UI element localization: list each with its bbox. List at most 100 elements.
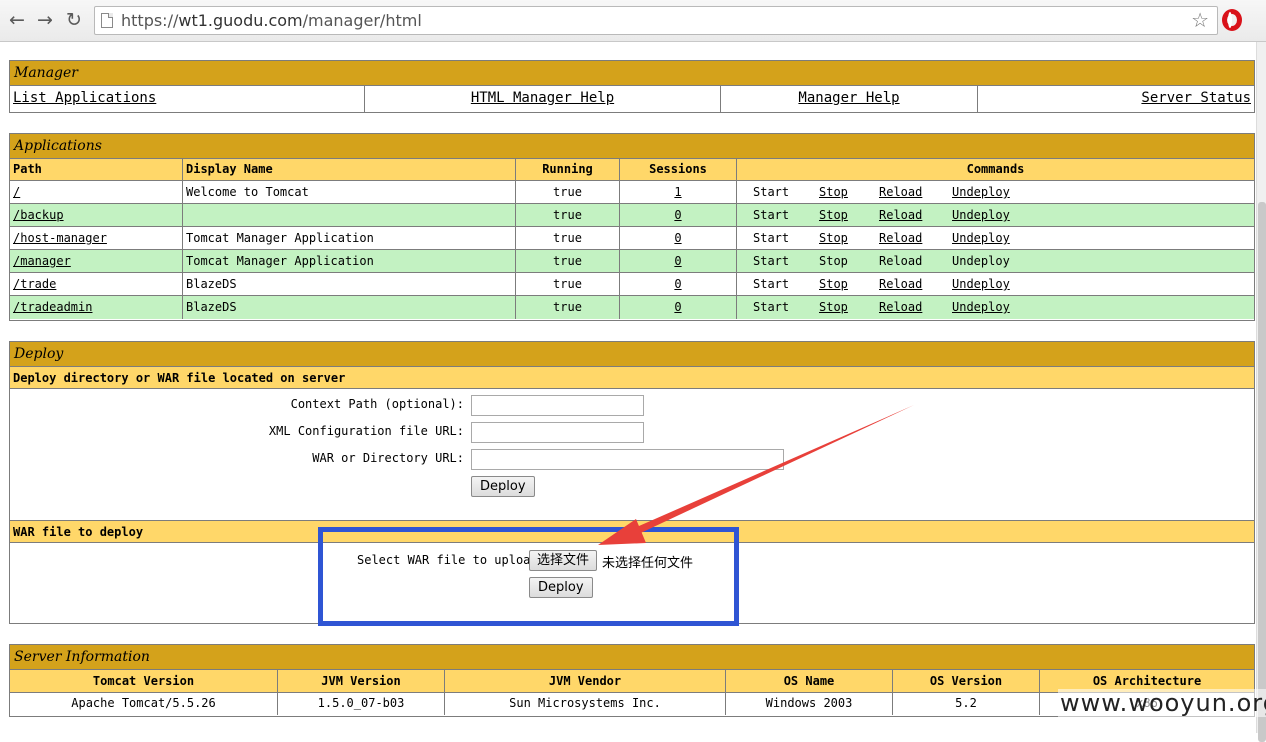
undeploy-command[interactable]: Undeploy: [952, 300, 1010, 314]
app-display-name: Tomcat Manager Application: [183, 227, 516, 249]
app-path-link[interactable]: /backup: [13, 208, 64, 222]
reload-icon[interactable]: ↻: [62, 7, 86, 33]
undeploy-command[interactable]: Undeploy: [952, 185, 1010, 199]
forward-arrow-icon[interactable]: →: [33, 7, 57, 33]
stop-command[interactable]: Stop: [819, 208, 848, 222]
war-upload-form: Select WAR file to upload 选择文件 未选择任何文件 D…: [10, 543, 1254, 621]
context-path-input[interactable]: [471, 395, 644, 416]
app-path-cell: /backup: [10, 204, 183, 226]
app-path-link[interactable]: /manager: [13, 254, 71, 268]
app-sessions-cell: 0: [620, 227, 737, 249]
start-command: Start: [753, 300, 790, 314]
manager-section: Manager List Applications HTML Manager H…: [9, 60, 1255, 113]
app-sessions-link[interactable]: 1: [674, 185, 681, 199]
deploy-upload-button[interactable]: Deploy: [529, 577, 593, 598]
app-running: true: [516, 273, 620, 295]
app-sessions-link[interactable]: 0: [674, 277, 681, 291]
reload-command[interactable]: Reload: [879, 300, 922, 314]
scrollbar-thumb[interactable]: [1258, 202, 1266, 742]
stop-command[interactable]: Stop: [819, 231, 848, 245]
app-path-cell: /host-manager: [10, 227, 183, 249]
table-row: /tradeadmin BlazeDS true 0 Start Stop Relo…: [10, 296, 1254, 319]
header-sessions: Sessions: [620, 159, 737, 180]
start-command: Start: [753, 208, 790, 222]
war-file-subtitle: WAR file to deploy: [10, 521, 1254, 543]
undeploy-command[interactable]: Undeploy: [952, 231, 1010, 245]
table-row: /backup true 0 Start Stop Reload Undeploy: [10, 204, 1254, 227]
undeploy-command[interactable]: Undeploy: [952, 208, 1010, 222]
server-status-link[interactable]: Server Status: [1141, 90, 1251, 106]
table-row: / Welcome to Tomcat true 1 Start Stop Relo…: [10, 181, 1254, 204]
table-row: /manager Tomcat Manager Application true…: [10, 250, 1254, 273]
app-path-link[interactable]: /: [13, 185, 20, 199]
applications-section: Applications Path Display Name Running S…: [9, 133, 1255, 321]
app-running: true: [516, 227, 620, 249]
app-commands: Start Stop Reload Undeploy: [737, 273, 1254, 295]
applications-header-row: Path Display Name Running Sessions Comma…: [10, 159, 1254, 181]
app-sessions-cell: 0: [620, 250, 737, 272]
app-sessions-link[interactable]: 0: [674, 254, 681, 268]
app-commands: Start Stop Reload Undeploy: [737, 204, 1254, 226]
app-sessions-cell: 0: [620, 273, 737, 295]
reload-command[interactable]: Reload: [879, 185, 922, 199]
manager-help-link[interactable]: Manager Help: [798, 90, 899, 106]
app-path-cell: /tradeadmin: [10, 296, 183, 319]
app-display-name: [183, 204, 516, 226]
reload-command[interactable]: Reload: [879, 208, 922, 222]
app-sessions-link[interactable]: 0: [674, 208, 681, 222]
address-bar[interactable]: https://wt1.guodu.com/manager/html ☆: [94, 6, 1218, 35]
war-dir-input[interactable]: [471, 449, 784, 470]
app-path-link[interactable]: /trade: [13, 277, 56, 291]
reload-command: Reload: [879, 254, 923, 268]
app-path-cell: /manager: [10, 250, 183, 272]
bookmark-star-icon[interactable]: ☆: [1191, 7, 1209, 34]
table-row: /trade BlazeDS true 0 Start Stop Reload Und…: [10, 273, 1254, 296]
app-sessions-link[interactable]: 0: [674, 300, 681, 314]
opera-extension-icon[interactable]: [1222, 9, 1242, 31]
header-running: Running: [516, 159, 620, 180]
jvm-version-value: 1.5.0_07-b03: [278, 693, 445, 715]
app-sessions-link[interactable]: 0: [674, 231, 681, 245]
app-running: true: [516, 204, 620, 226]
app-display-name: Tomcat Manager Application: [183, 250, 516, 272]
deploy-server-subtitle: Deploy directory or WAR file located on …: [10, 367, 1254, 389]
manager-links-row: List Applications HTML Manager Help Mana…: [10, 86, 1254, 112]
watermark-text: www.wooyun.org: [1058, 689, 1266, 717]
html-manager-help-link[interactable]: HTML Manager Help: [471, 90, 614, 106]
app-path-link[interactable]: /host-manager: [13, 231, 107, 245]
applications-title: Applications: [10, 134, 1254, 159]
list-applications-link[interactable]: List Applications: [13, 90, 156, 106]
app-path-link[interactable]: /tradeadmin: [13, 300, 92, 314]
deploy-server-form: Context Path (optional): XML Configurati…: [10, 389, 1254, 521]
deploy-server-button[interactable]: Deploy: [471, 476, 535, 497]
stop-command[interactable]: Stop: [819, 277, 848, 291]
xml-config-label: XML Configuration file URL:: [268, 424, 464, 438]
tomcat-version-value: Apache Tomcat/5.5.26: [10, 693, 278, 715]
stop-command[interactable]: Stop: [819, 300, 848, 314]
deploy-title: Deploy: [10, 342, 1254, 367]
reload-command[interactable]: Reload: [879, 277, 922, 291]
xml-config-input[interactable]: [471, 422, 644, 443]
undeploy-command[interactable]: Undeploy: [952, 277, 1010, 291]
app-path-cell: /trade: [10, 273, 183, 295]
app-commands: Start Stop Reload Undeploy: [737, 250, 1254, 272]
choose-file-button[interactable]: 选择文件: [529, 550, 598, 571]
url-host: wt1.guodu.com: [178, 11, 303, 30]
os-version-value: 5.2: [893, 693, 1040, 715]
war-dir-label: WAR or Directory URL:: [312, 451, 464, 465]
stop-command[interactable]: Stop: [819, 185, 848, 199]
app-path-cell: /: [10, 181, 183, 203]
header-os-name: OS Name: [726, 670, 893, 692]
page-icon: [101, 13, 113, 28]
reload-command[interactable]: Reload: [879, 231, 922, 245]
no-file-selected-text: 未选择任何文件: [602, 556, 694, 571]
manager-link-cell: Server Status: [978, 86, 1254, 112]
url-path: /manager/html: [302, 11, 422, 30]
vertical-scrollbar[interactable]: [1256, 42, 1266, 742]
app-sessions-cell: 1: [620, 181, 737, 203]
header-jvm-vendor: JVM Vendor: [445, 670, 726, 692]
app-running: true: [516, 181, 620, 203]
manager-link-cell: HTML Manager Help: [365, 86, 721, 112]
back-arrow-icon[interactable]: ←: [5, 7, 29, 33]
url-text: https://wt1.guodu.com/manager/html: [121, 7, 422, 34]
